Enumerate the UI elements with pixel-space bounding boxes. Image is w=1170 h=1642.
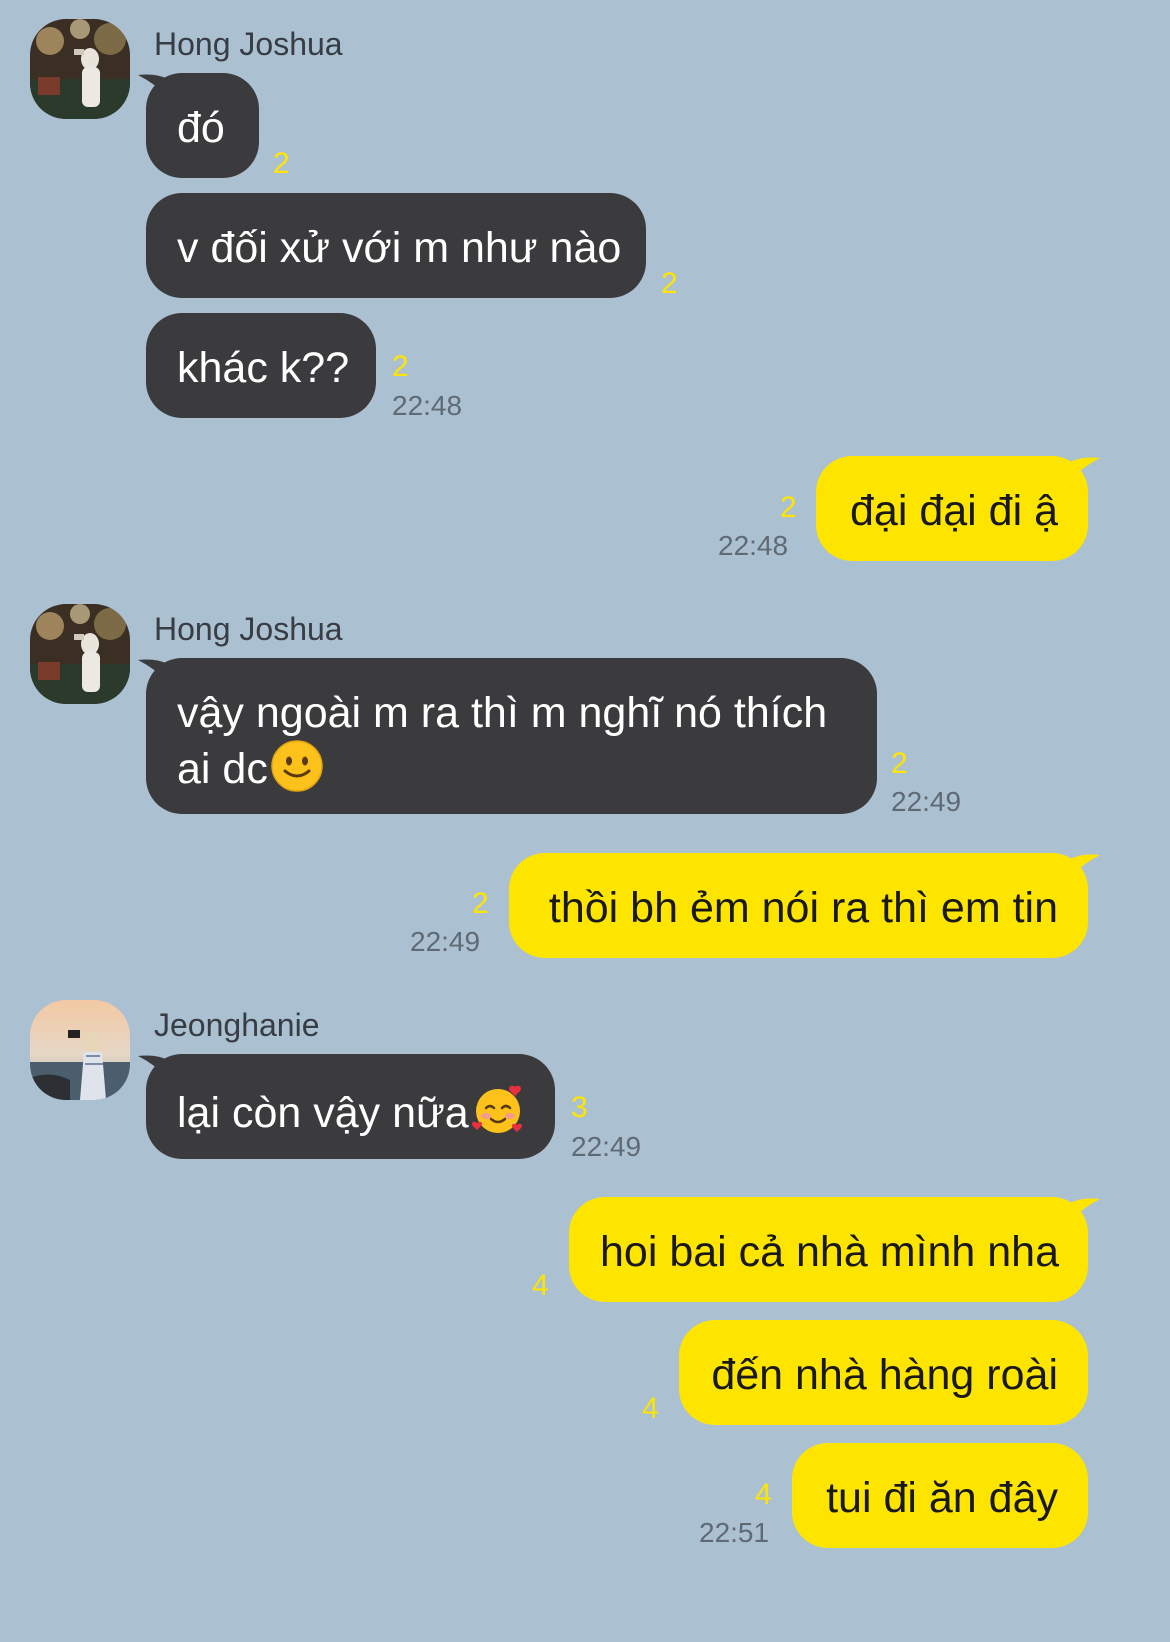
message-bubble[interactable]: hoi bai cả nhà mình nha [569, 1197, 1088, 1302]
sender-name: Hong Joshua [154, 611, 343, 647]
message-text: v đối xử với m như nào [177, 224, 622, 272]
message-bubble[interactable]: thồi bh ẻm nói ra thì em tin [509, 853, 1088, 958]
message-text: đến nhà hàng roài [711, 1351, 1058, 1399]
avatar-photo-icon [30, 604, 130, 704]
timestamp: 22:48 [718, 530, 789, 561]
avatar-photo-icon [30, 19, 130, 119]
slightly-smiling-face-icon [271, 740, 323, 792]
sender-name: Hong Joshua [154, 26, 343, 62]
unread-count: 4 [642, 1392, 659, 1425]
message-text: thồi bh ẻm nói ra thì em tin [548, 884, 1058, 932]
message-bubble[interactable]: đại đại đi ậ [816, 456, 1088, 561]
message-text: khác k?? [177, 344, 350, 392]
avatar-photo-icon [30, 1000, 130, 1100]
message-bubble[interactable]: đó [146, 73, 259, 178]
avatar-jeonghanie[interactable] [30, 1000, 130, 1100]
avatar-hong-joshua[interactable] [30, 604, 130, 704]
unread-count: 4 [532, 1269, 549, 1302]
message-text: tui đi ăn đây [826, 1474, 1058, 1522]
unread-count: 3 [571, 1091, 588, 1124]
unread-count: 2 [472, 887, 489, 920]
sender-name: Jeonghanie [154, 1007, 320, 1043]
message-text: hoi bai cả nhà mình nha [600, 1228, 1059, 1276]
bubble-tail [1070, 1198, 1100, 1221]
timestamp: 22:49 [410, 926, 481, 957]
message-bubble[interactable]: lại còn vậy nữa [146, 1054, 555, 1159]
timestamp: 22:49 [571, 1131, 642, 1162]
avatar-hong-joshua[interactable] [30, 19, 130, 119]
bubble-tail [1070, 854, 1100, 877]
message-bubble[interactable]: vậy ngoài m ra thì m nghĩ nó thích ai dc [146, 658, 877, 814]
unread-count: 2 [392, 350, 409, 383]
message-bubble[interactable]: tui đi ăn đây [792, 1443, 1088, 1548]
message-bubble[interactable]: khác k?? [146, 313, 376, 418]
unread-count: 2 [780, 491, 797, 524]
message-text: vậy ngoài m ra thì m nghĩ nó thích [177, 689, 828, 737]
unread-count: 2 [273, 147, 290, 180]
message-text: đó [177, 104, 225, 152]
message-text-line: ai dc [177, 739, 847, 795]
message-bubble[interactable]: đến nhà hàng roài [679, 1320, 1088, 1425]
unread-count: 4 [755, 1478, 772, 1511]
timestamp: 22:49 [891, 786, 962, 817]
message-bubble[interactable]: v đối xử với m như nào [146, 193, 646, 298]
smiling-face-with-hearts-icon [471, 1085, 522, 1133]
unread-count: 2 [661, 267, 678, 300]
unread-count: 2 [891, 747, 908, 780]
timestamp: 22:48 [392, 390, 463, 421]
message-text: ai dc [177, 745, 268, 793]
bubble-tail [1070, 457, 1100, 480]
message-text: lại còn vậy nữa [177, 1089, 469, 1137]
message-text: đại đại đi ậ [850, 487, 1058, 535]
timestamp: 22:51 [699, 1517, 770, 1548]
